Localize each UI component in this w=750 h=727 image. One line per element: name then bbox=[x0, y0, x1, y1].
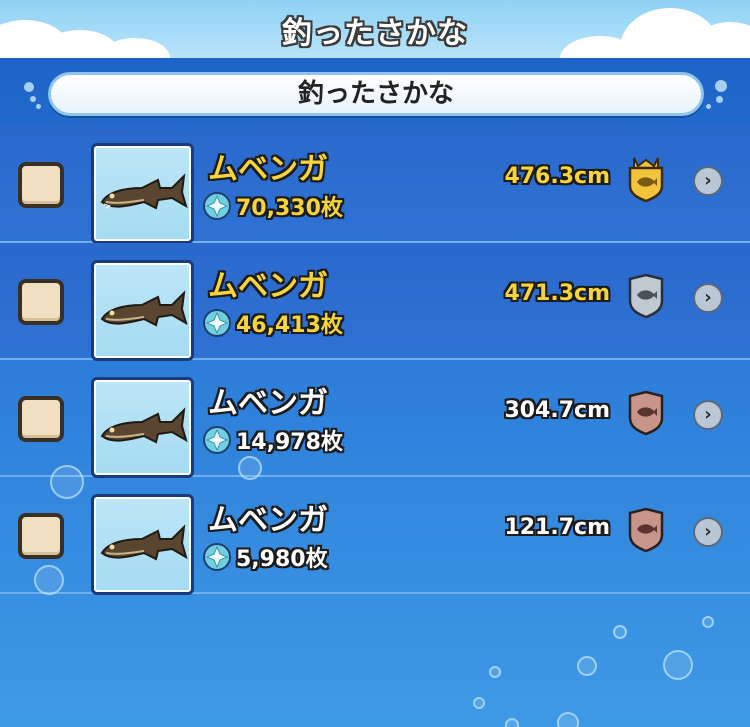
fish-thumbnail bbox=[91, 494, 194, 595]
fish-name: ムベンガ bbox=[208, 269, 328, 304]
bubble-decoration bbox=[30, 96, 36, 102]
title-bar: 釣ったさかな bbox=[0, 0, 750, 58]
bubble-decoration bbox=[34, 565, 64, 595]
chevron-right-icon[interactable]: › bbox=[693, 400, 723, 430]
chevron-right-icon[interactable]: › bbox=[693, 283, 723, 313]
fish-image-icon bbox=[100, 290, 188, 327]
sell-price: 70,330枚 bbox=[236, 196, 343, 221]
sell-price: 46,413枚 bbox=[236, 313, 343, 338]
sell-price: 5,980枚 bbox=[236, 547, 328, 572]
bubble-decoration bbox=[473, 697, 485, 709]
bubble-decoration bbox=[716, 96, 723, 103]
fish-row[interactable]: ムベンガ 5,980枚 121.7cm › bbox=[0, 477, 750, 595]
fish-size: 476.3cm bbox=[504, 164, 610, 189]
coin-icon bbox=[203, 192, 231, 220]
bubble-decoration bbox=[24, 82, 34, 92]
fish-thumbnail bbox=[91, 260, 194, 361]
page-title: 釣ったさかな bbox=[282, 16, 468, 51]
coin-icon bbox=[203, 543, 231, 571]
select-checkbox[interactable] bbox=[18, 162, 64, 208]
select-checkbox[interactable] bbox=[18, 279, 64, 325]
fish-name: ムベンガ bbox=[208, 503, 328, 538]
select-checkbox[interactable] bbox=[18, 396, 64, 442]
gold-crown-medal-icon bbox=[628, 157, 664, 202]
bronze-medal-icon bbox=[628, 390, 664, 436]
fish-name: ムベンガ bbox=[208, 152, 328, 187]
fish-thumbnail bbox=[91, 143, 194, 244]
coin-icon bbox=[203, 309, 231, 337]
fish-row[interactable]: ムベンガ 46,413枚 471.3cm › bbox=[0, 243, 750, 361]
bubble-decoration bbox=[238, 456, 262, 480]
select-checkbox[interactable] bbox=[18, 513, 64, 559]
fish-size: 304.7cm bbox=[504, 398, 610, 423]
bubble-decoration bbox=[489, 666, 501, 678]
chevron-right-icon[interactable]: › bbox=[693, 517, 723, 547]
bubble-decoration bbox=[505, 718, 519, 727]
fish-image-icon bbox=[100, 173, 188, 210]
fish-thumbnail bbox=[91, 377, 194, 478]
bubble-decoration bbox=[577, 656, 597, 676]
section-header: 釣ったさかな bbox=[48, 72, 704, 116]
bubble-decoration bbox=[663, 650, 693, 680]
bubble-decoration bbox=[36, 104, 41, 109]
fish-image-icon bbox=[100, 524, 188, 561]
silver-medal-icon bbox=[628, 273, 664, 319]
coin-icon bbox=[203, 426, 231, 454]
bronze-medal-icon bbox=[628, 507, 664, 553]
fish-size: 471.3cm bbox=[504, 281, 610, 306]
fish-size: 121.7cm bbox=[504, 515, 610, 540]
fish-row[interactable]: ムベンガ 70,330枚 476.3cm › bbox=[0, 126, 750, 244]
bubble-decoration bbox=[702, 616, 714, 628]
chevron-right-icon[interactable]: › bbox=[693, 166, 723, 196]
bubble-decoration bbox=[613, 625, 627, 639]
fish-name: ムベンガ bbox=[208, 386, 328, 421]
bubble-decoration bbox=[715, 80, 727, 92]
bubble-decoration bbox=[557, 712, 579, 727]
bubble-decoration bbox=[50, 465, 84, 499]
bubble-decoration bbox=[706, 104, 711, 109]
sell-price: 14,978枚 bbox=[236, 430, 343, 455]
fish-row[interactable]: ムベンガ 14,978枚 304.7cm › bbox=[0, 360, 750, 478]
fish-image-icon bbox=[100, 407, 188, 444]
